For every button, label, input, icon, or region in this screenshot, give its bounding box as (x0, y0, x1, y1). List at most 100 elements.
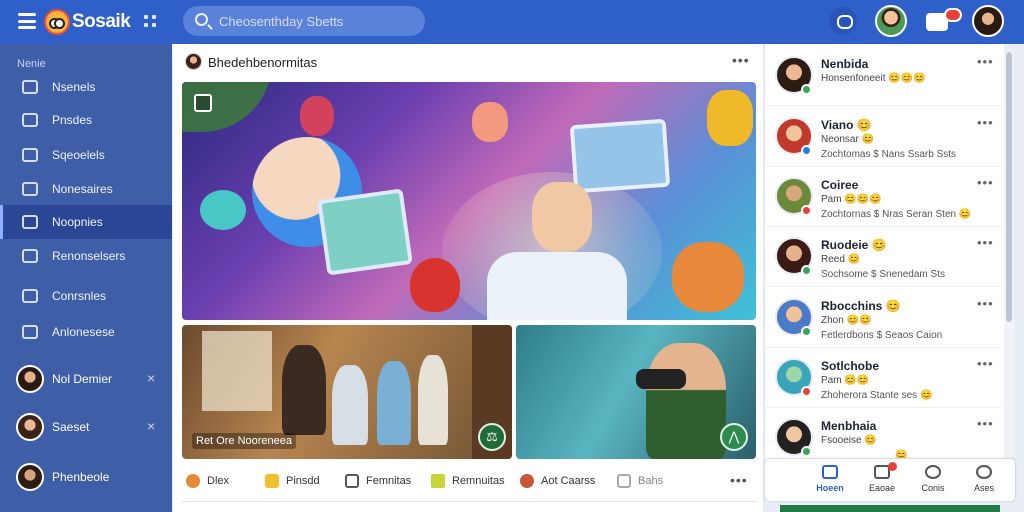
post-author[interactable]: Bhedehbenormitas (208, 55, 317, 70)
character-figure (472, 102, 508, 142)
send-icon (431, 474, 445, 488)
nav-contacts[interactable]: Conis (908, 465, 958, 499)
scrollbar[interactable] (1004, 50, 1014, 460)
person-figure (487, 252, 627, 320)
apps-grid-icon[interactable] (144, 15, 156, 27)
character-figure (707, 90, 753, 146)
comment-icon (345, 474, 359, 488)
contact-item[interactable]: Saeset × (0, 408, 172, 448)
list-item[interactable]: Viano 😊 Neonsar 😊 Zochtomas $ Nans Ssarb… (765, 109, 1001, 167)
contact-name: Saeset (52, 420, 90, 434)
status-dot (801, 84, 812, 95)
nav-profile[interactable]: Ases (959, 465, 1009, 499)
people-icon (22, 80, 38, 94)
sidebar-item[interactable]: Anlonesese (0, 315, 172, 349)
more-options-icon[interactable]: ••• (977, 54, 994, 69)
user-icon (925, 465, 941, 479)
status-dot (801, 145, 812, 156)
status-dot (801, 265, 812, 276)
person-figure (646, 343, 726, 459)
search-input[interactable] (219, 13, 409, 29)
action-icon[interactable]: ⋀ (720, 423, 748, 451)
person-figure (377, 361, 411, 445)
share-button[interactable]: Pinsdd (265, 474, 320, 488)
more-options-icon[interactable]: ••• (977, 175, 994, 190)
thumbnail-image[interactable]: ⋀ (516, 325, 756, 459)
search-bar[interactable] (183, 6, 425, 36)
close-icon[interactable]: × (147, 418, 155, 434)
like-button[interactable]: Dlex (186, 474, 229, 488)
sidebar-item[interactable]: Pnsdes (0, 103, 172, 137)
list-item[interactable]: Nenbida Honsenfoneeit 😊😊😊 ••• (765, 48, 1001, 106)
expand-icon[interactable] (194, 94, 212, 112)
sidebar-item[interactable]: Nsenels (0, 70, 172, 104)
contact-item[interactable]: Nol Demier × (0, 360, 172, 400)
screen-panel (569, 118, 671, 194)
action-label: Dlex (207, 475, 230, 487)
list-item[interactable]: Rbocchins 😊 Zhon 😊😊 Fetlerdbons $ Seaos … (765, 290, 1001, 348)
more-options-icon[interactable]: ••• (977, 356, 994, 371)
item-line: Neonsar 😊 (821, 134, 875, 145)
messages-icon[interactable] (829, 7, 857, 35)
nav-label: Eaoae (868, 483, 896, 493)
profile-icon (976, 465, 992, 479)
notification-badge (944, 8, 962, 22)
status-dot (801, 386, 812, 397)
item-line: Zochtomas $ Nans Ssarb Ssts (821, 149, 957, 160)
sidebar-item-label: Pnsdes (52, 113, 93, 127)
hero-image[interactable] (182, 82, 756, 320)
character-figure (300, 96, 334, 136)
chat-icon (22, 249, 38, 263)
item-name: Rbocchins 😊 (821, 299, 901, 313)
profile-button[interactable]: Aot Caarss (520, 474, 595, 488)
sidebar-item-active[interactable]: Noopnies (0, 205, 172, 239)
nav-notifications[interactable]: Eaoae (857, 465, 907, 499)
more-options-icon[interactable]: ••• (732, 52, 750, 68)
character-figure (672, 242, 744, 312)
menu-icon[interactable] (18, 13, 36, 29)
group-icon (22, 215, 38, 229)
thumbnail-image[interactable]: Ret Ore Nooreneea ⚖ (182, 325, 512, 459)
person-figure (332, 365, 368, 445)
avatar[interactable] (185, 53, 202, 70)
sidebar-item[interactable]: Sqeoelels (0, 138, 172, 172)
person-head (532, 182, 592, 252)
sidebar-item-label: Sqeoelels (52, 148, 105, 162)
scrollbar-thumb[interactable] (1006, 52, 1012, 322)
save-button[interactable]: Bahs (617, 474, 663, 488)
camera-decoration (636, 369, 686, 389)
item-line: Sochsome $ Snenedam Sts (821, 269, 945, 280)
notification-badge (888, 462, 897, 471)
item-name: Viano 😊 (821, 118, 872, 132)
action-label: Aot Caarss (541, 475, 596, 487)
item-name: Coiree (821, 178, 859, 192)
more-options-icon[interactable]: ••• (977, 235, 994, 250)
list-item[interactable]: Ruodeie 😊 Reed 😊 Sochsome $ Snenedam Sts… (765, 229, 1001, 287)
character-figure (410, 258, 460, 312)
sidebar-item[interactable]: Nonesaires (0, 172, 172, 206)
account-avatar[interactable] (972, 5, 1004, 37)
sidebar-item[interactable]: Conrsnles (0, 279, 172, 313)
more-options-icon[interactable]: ••• (977, 115, 994, 130)
nav-label: Hoeen (816, 483, 844, 493)
more-options-icon[interactable]: ••• (977, 416, 994, 431)
comment-button[interactable]: Femnitas (345, 474, 411, 488)
more-options-icon[interactable]: ••• (977, 296, 994, 311)
sidebar-item[interactable]: Renonselsers (0, 239, 172, 273)
more-options-icon[interactable]: ••• (730, 472, 748, 488)
item-line: Reed 😊 (821, 254, 861, 265)
person-figure (418, 355, 448, 445)
nav-home[interactable]: Hoeen (805, 465, 855, 499)
contact-item[interactable]: Phenbeole (0, 458, 172, 498)
send-button[interactable]: Remnuitas (431, 474, 505, 488)
left-sidebar: Nenie Nsenels Pnsdes Sqeoelels Nonesaire… (0, 44, 172, 512)
sidebar-item-label: Anlonesese (52, 325, 115, 339)
close-icon[interactable]: × (147, 370, 155, 386)
profile-avatar[interactable] (875, 5, 907, 37)
list-item[interactable]: Coiree Pam 😊😊😊 Zochtornas $ Nras Seran S… (765, 169, 1001, 227)
share-icon[interactable]: ⚖ (478, 423, 506, 451)
item-line: Honsenfoneeit 😊😊😊 (821, 73, 926, 84)
item-line: Zhoherora Stante ses 😊 (821, 390, 933, 401)
item-name: Menbhaia (821, 419, 877, 433)
list-item[interactable]: Sotlchobe Pam 😊😊 Zhoherora Stante ses 😊 … (765, 350, 1001, 408)
